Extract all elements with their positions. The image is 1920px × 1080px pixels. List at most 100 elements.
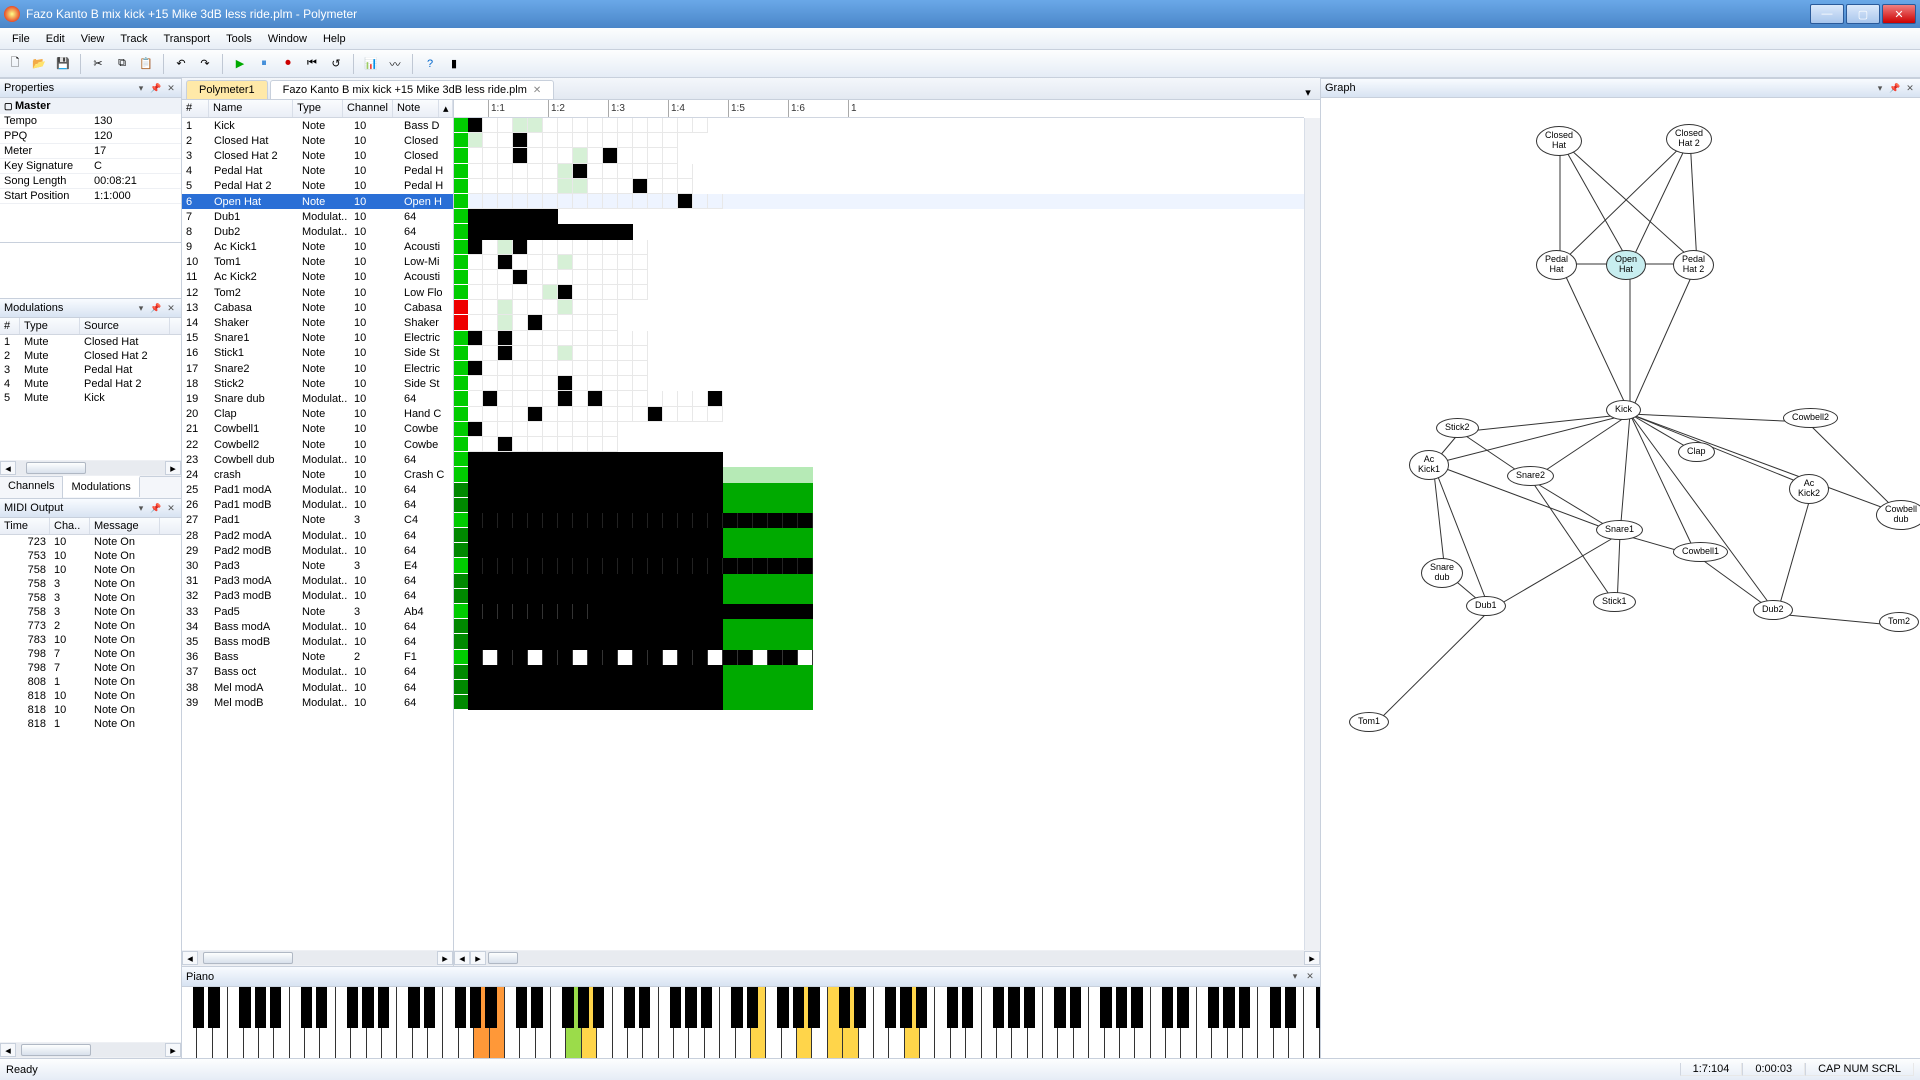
piano-white-key[interactable] — [536, 987, 551, 1058]
close-icon[interactable]: ✕ — [533, 85, 541, 96]
tab-channels[interactable]: Channels — [0, 477, 63, 498]
menu-tools[interactable]: Tools — [218, 31, 260, 47]
close-icon[interactable]: ✕ — [165, 502, 177, 514]
piano-white-key[interactable] — [736, 987, 751, 1058]
arm-cell[interactable] — [454, 558, 468, 573]
piano-white-key[interactable] — [1258, 987, 1273, 1058]
piano-white-key[interactable] — [674, 987, 689, 1058]
track-row[interactable]: 23Cowbell dubModulat..1064 — [182, 452, 453, 467]
piano-white-key[interactable] — [889, 987, 904, 1058]
piano-white-key[interactable] — [689, 987, 704, 1058]
piano-white-key[interactable] — [1197, 987, 1212, 1058]
arm-cell[interactable] — [454, 528, 468, 543]
arm-cell[interactable] — [454, 315, 468, 330]
piano-white-key[interactable] — [1089, 987, 1104, 1058]
piano-white-key[interactable] — [274, 987, 289, 1058]
graph-node[interactable]: PedalHat — [1536, 250, 1577, 280]
graph-node[interactable]: Stick1 — [1593, 592, 1636, 612]
track-row[interactable]: 17Snare2Note10Electric — [182, 361, 453, 376]
piano-white-key[interactable] — [1074, 987, 1089, 1058]
arm-cell[interactable] — [454, 680, 468, 695]
track-row[interactable]: 2Closed HatNote10Closed — [182, 133, 453, 148]
graph-node[interactable]: ClosedHat — [1536, 126, 1582, 156]
track-row[interactable]: 22Cowbell2Note10Cowbe — [182, 437, 453, 452]
graph-node[interactable]: Tom2 — [1879, 612, 1919, 632]
piano-white-key[interactable] — [382, 987, 397, 1058]
menu-transport[interactable]: Transport — [155, 31, 218, 47]
menu-file[interactable]: File — [4, 31, 38, 47]
track-row[interactable]: 34Bass modAModulat..1064 — [182, 619, 453, 634]
maximize-button[interactable]: ▢ — [1846, 4, 1880, 24]
piano-white-key[interactable] — [259, 987, 274, 1058]
track-row[interactable]: 9Ac Kick1Note10Acousti — [182, 240, 453, 255]
piano-white-key[interactable] — [997, 987, 1012, 1058]
step-row[interactable] — [454, 650, 1304, 665]
arm-cell[interactable] — [454, 498, 468, 513]
track-row[interactable]: 21Cowbell1Note10Cowbe — [182, 422, 453, 437]
step-row[interactable] — [454, 558, 1304, 573]
step-row[interactable] — [454, 543, 1304, 558]
step-row[interactable] — [454, 164, 1304, 179]
piano-white-key[interactable] — [474, 987, 489, 1058]
step-row[interactable] — [454, 619, 1304, 634]
step-row[interactable] — [454, 194, 1304, 209]
piano-white-key[interactable] — [874, 987, 889, 1058]
piano-white-key[interactable] — [244, 987, 259, 1058]
piano-white-key[interactable] — [628, 987, 643, 1058]
tab-dropdown-icon[interactable]: ▾ — [1300, 86, 1316, 99]
piano-white-key[interactable] — [720, 987, 735, 1058]
step-row[interactable] — [454, 498, 1304, 513]
slider-icon[interactable]: ▮ — [443, 53, 465, 75]
piano-white-key[interactable] — [182, 987, 197, 1058]
arm-cell[interactable] — [454, 604, 468, 619]
document-tab[interactable]: Polymeter1 — [186, 80, 268, 99]
step-row[interactable] — [454, 224, 1304, 239]
piano-white-key[interactable] — [582, 987, 597, 1058]
close-icon[interactable]: ✕ — [1904, 82, 1916, 94]
step-row[interactable] — [454, 270, 1304, 285]
graph-node[interactable]: Cowbelldub — [1876, 500, 1920, 530]
document-tab[interactable]: Fazo Kanto B mix kick +15 Mike 3dB less … — [270, 80, 555, 99]
piano-white-key[interactable] — [1012, 987, 1027, 1058]
piano-keyboard[interactable] — [182, 987, 1320, 1058]
save-icon[interactable]: 💾 — [52, 53, 74, 75]
pause-icon[interactable]: ⏸ — [253, 53, 275, 75]
pin-icon[interactable]: 📌 — [1889, 82, 1901, 94]
step-row[interactable] — [454, 285, 1304, 300]
close-icon[interactable]: ✕ — [1304, 971, 1316, 983]
graph-node[interactable]: Tom1 — [1349, 712, 1389, 732]
track-row[interactable]: 4Pedal HatNote10Pedal H — [182, 164, 453, 179]
track-row[interactable]: 36BassNote2F1 — [182, 650, 453, 665]
piano-white-key[interactable] — [305, 987, 320, 1058]
arm-cell[interactable] — [454, 422, 468, 437]
step-row[interactable] — [454, 240, 1304, 255]
wave-icon[interactable]: 〰 — [384, 53, 406, 75]
piano-white-key[interactable] — [951, 987, 966, 1058]
piano-white-key[interactable] — [905, 987, 920, 1058]
step-row[interactable] — [454, 513, 1304, 528]
arm-cell[interactable] — [454, 224, 468, 239]
step-row[interactable] — [454, 133, 1304, 148]
property-row[interactable]: PPQ120 — [0, 129, 181, 144]
step-row[interactable] — [454, 118, 1304, 133]
close-icon[interactable]: ✕ — [165, 302, 177, 314]
graph-node[interactable]: Dub1 — [1466, 596, 1506, 616]
piano-white-key[interactable] — [843, 987, 858, 1058]
piano-white-key[interactable] — [1151, 987, 1166, 1058]
step-row[interactable] — [454, 467, 1304, 482]
piano-white-key[interactable] — [1058, 987, 1073, 1058]
track-row[interactable]: 37Bass octModulat..1064 — [182, 665, 453, 680]
step-row[interactable] — [454, 209, 1304, 224]
piano-white-key[interactable] — [290, 987, 305, 1058]
graph-node[interactable]: Clap — [1678, 442, 1715, 462]
menu-help[interactable]: Help — [315, 31, 354, 47]
column-header[interactable]: Name — [209, 100, 293, 117]
step-row[interactable] — [454, 300, 1304, 315]
step-row[interactable] — [454, 574, 1304, 589]
graph-node[interactable]: Snare1 — [1596, 520, 1643, 540]
step-row[interactable] — [454, 346, 1304, 361]
step-row[interactable] — [454, 634, 1304, 649]
piano-white-key[interactable] — [228, 987, 243, 1058]
minimize-button[interactable]: — — [1810, 4, 1844, 24]
graph-node[interactable]: Stick2 — [1436, 418, 1479, 438]
